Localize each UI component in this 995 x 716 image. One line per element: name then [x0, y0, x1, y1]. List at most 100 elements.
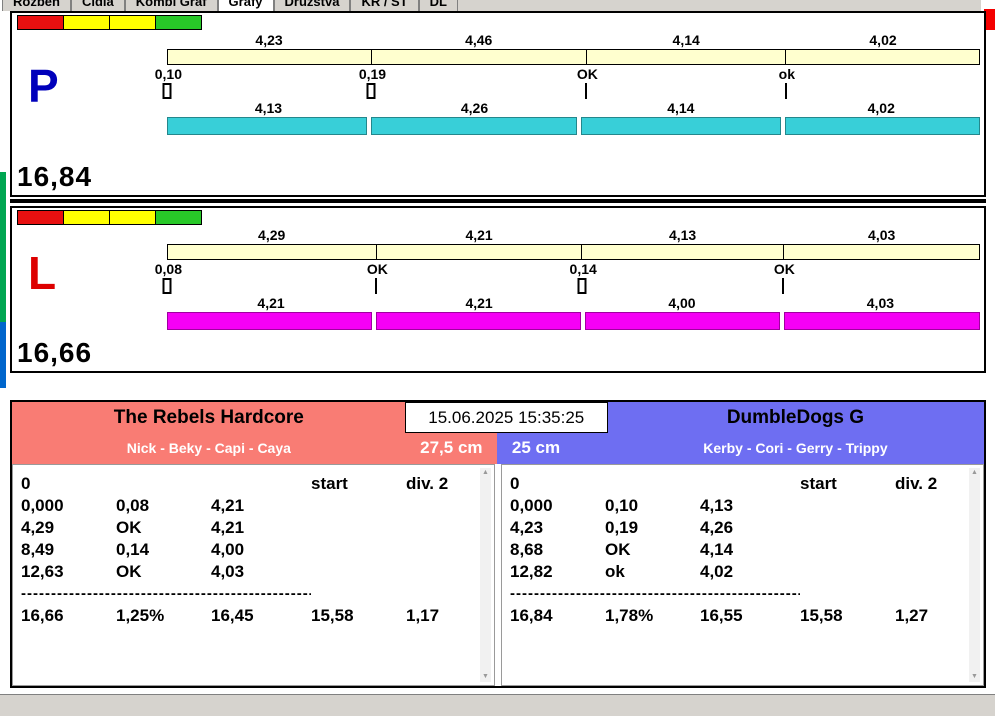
table-total-cell: 15,58 [311, 606, 354, 625]
status-squares [17, 15, 202, 30]
scroll-up-icon[interactable]: ▲ [482, 468, 489, 478]
status-square [17, 210, 64, 225]
run-bar [167, 117, 981, 135]
run-time-label: 4,21 [257, 295, 285, 311]
scroll-down-icon[interactable]: ▼ [482, 672, 489, 682]
tab-druzstva[interactable]: Družstva [273, 0, 351, 11]
table-cell: ok [605, 562, 625, 581]
table-separator: ----------------------------------------… [21, 585, 311, 602]
table-total-cell: 1,78% [605, 606, 654, 625]
tab-bar: Rozběh Čidla Kombi Graf Grafy Družstva K… [2, 0, 981, 11]
start-mark-label: 0,19 [358, 66, 387, 82]
start-mark-label: OK [576, 66, 598, 82]
start-mark-label: 0,14 [569, 261, 597, 277]
tab-cidla[interactable]: Čidla [70, 0, 125, 11]
split-time-label: 4,13 [668, 227, 697, 243]
tab-kombi-graf[interactable]: Kombi Graf [124, 0, 218, 11]
table-cell [895, 517, 963, 539]
results-tables: 0 start div. 2 0,000 0,08 4,21 4,29 OK 4… [12, 464, 984, 686]
lane-total-time: 16,66 [17, 337, 93, 368]
lane-panel-p: P 16,84 4,23 4,46 4,14 4,02 0,10 0,19 OK [10, 11, 986, 197]
table-cell: 4,29 [21, 518, 55, 537]
table-cell: 0,19 [605, 518, 639, 537]
split-bar-segment [581, 245, 782, 259]
left-team-name: The Rebels Hardcore [113, 407, 304, 428]
table-cell [895, 583, 963, 605]
start-marks-row: 0,08 OK 0,14 OK [155, 261, 980, 296]
table-cell: 4,26 [700, 518, 734, 537]
start-mark-label: 0,10 [154, 66, 182, 82]
split-time-label: 4,02 [869, 32, 897, 48]
split-bar-segment [585, 50, 786, 64]
window-bottom-bar [0, 694, 995, 716]
start-mark-tick [782, 278, 785, 294]
table-cell [406, 539, 474, 561]
run-bar-segment [167, 117, 367, 135]
split-time-label: 4,23 [255, 32, 283, 48]
table-cell [700, 473, 800, 495]
table-total-cell: 16,55 [700, 606, 743, 625]
start-mark: ok [779, 66, 980, 101]
table-cell: 0,000 [21, 496, 64, 515]
start-mark-label: ok [778, 66, 796, 82]
table-cell: 12,82 [510, 562, 553, 581]
lane-letter: P [28, 60, 59, 112]
right-team-table: 0 start div. 2 0,000 0,10 4,13 4,23 0,19… [501, 464, 984, 686]
tab-dl[interactable]: DL [418, 0, 459, 11]
table-cell [406, 495, 474, 517]
scroll-down-icon[interactable]: ▼ [971, 672, 978, 682]
results-panel: The Rebels Hardcore DumbleDogs G 15.06.2… [10, 400, 986, 688]
table-cell [800, 495, 895, 517]
status-square [17, 15, 64, 30]
right-table-scrollbar[interactable]: ▲ ▼ [969, 468, 980, 682]
status-square [155, 210, 202, 225]
start-mark: 0,19 [359, 66, 586, 101]
start-mark: OK [577, 66, 786, 101]
tab-kr-st[interactable]: KR / ST [350, 0, 419, 11]
lane-letter: L [28, 247, 57, 299]
run-time-label: 4,26 [460, 100, 489, 116]
start-mark: 0,14 [570, 261, 784, 296]
start-marks-row: 0,10 0,19 OK ok [155, 66, 980, 101]
table-cell: OK [605, 540, 631, 559]
timestamp: 15.06.2025 15:35:25 [404, 402, 608, 433]
table-cell: 0,000 [510, 496, 553, 515]
status-square [63, 15, 110, 30]
split-time-label: 4,29 [258, 227, 286, 243]
lane-graph: 4,23 4,46 4,14 4,02 0,10 0,19 OK ok 4,13… [155, 32, 981, 135]
start-mark: OK [774, 261, 980, 296]
table-cell: 4,21 [211, 496, 245, 515]
table-cell: 4,03 [211, 562, 245, 581]
run-bar [167, 312, 980, 330]
table-cell [311, 539, 406, 561]
split-bar [167, 244, 980, 260]
table-cell [406, 561, 474, 583]
split-bar-segment [782, 245, 979, 259]
tab-grafy[interactable]: Grafy [217, 0, 274, 11]
table-cell [311, 583, 406, 605]
table-cell [895, 495, 963, 517]
table-total-cell: 16,66 [21, 606, 64, 625]
table-cell: div. 2 [895, 474, 938, 493]
split-time-label: 4,03 [868, 227, 896, 243]
left-table-scrollbar[interactable]: ▲ ▼ [480, 468, 491, 682]
run-bar-segment [375, 312, 581, 330]
table-cell: 4,23 [510, 518, 544, 537]
run-time-label: 4,00 [668, 295, 696, 311]
scroll-up-icon[interactable]: ▲ [971, 468, 978, 478]
start-mark-tick [585, 83, 588, 99]
table-cell: 8,49 [21, 540, 55, 559]
lane-total-time: 16,84 [17, 161, 93, 192]
table-cell: 4,13 [700, 496, 734, 515]
run-time-label: 4,13 [254, 100, 283, 116]
table-cell: start [311, 474, 348, 493]
tab-rozbeh[interactable]: Rozběh [2, 0, 71, 11]
left-jump-height: 27,5 cm [420, 438, 483, 457]
run-time-label: 4,21 [465, 295, 493, 311]
table-cell [211, 473, 311, 495]
start-mark: 0,08 [155, 261, 376, 296]
table-cell: 4,00 [211, 540, 245, 559]
table-total-cell: 1,25% [116, 606, 165, 625]
start-mark-label: OK [366, 261, 388, 277]
table-cell: 8,68 [510, 540, 544, 559]
